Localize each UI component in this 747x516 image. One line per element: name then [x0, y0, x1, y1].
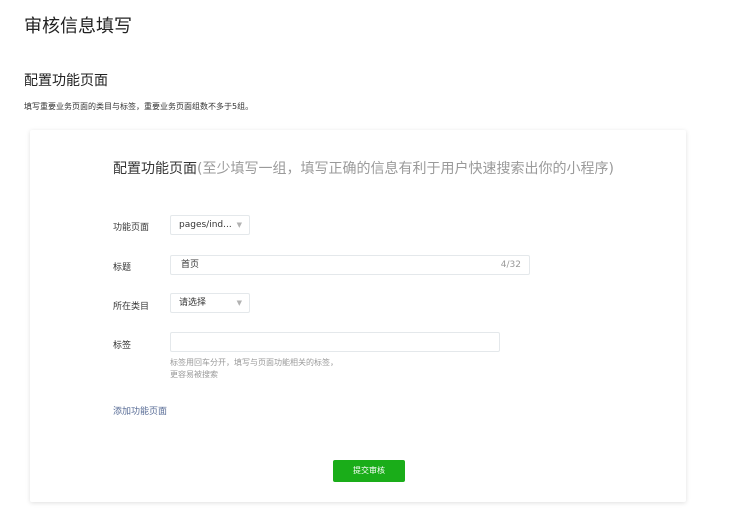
form-card: 配置功能页面(至少填写一组，填写正确的信息有利于用户快速搜索出你的小程序) 功能…	[30, 130, 686, 502]
form-heading: 配置功能页面(至少填写一组，填写正确的信息有利于用户快速搜索出你的小程序)	[113, 158, 614, 178]
tags-input-label: 标签	[113, 341, 132, 351]
section-description: 填写重要业务页面的类目与标签，重要业务页面组数不多于5组。	[24, 102, 254, 111]
page-select[interactable]: pages/ind... ▼	[170, 215, 250, 235]
tags-tip-line: 更容易被搜索	[170, 370, 218, 379]
category-select[interactable]: 请选择 ▼	[170, 293, 250, 313]
page-select-label: 功能页面	[113, 223, 150, 233]
title-input[interactable]: 首页 4/32	[170, 255, 530, 275]
title-input-value: 首页	[181, 260, 200, 270]
page-select-value: pages/ind...	[179, 220, 232, 230]
category-select-value: 请选择	[179, 298, 207, 308]
section-title: 配置功能页面	[24, 73, 108, 89]
title-input-label: 标题	[113, 263, 132, 273]
tags-input[interactable]	[170, 332, 500, 352]
title-char-counter: 4/32	[500, 260, 521, 270]
tags-tip: 标签用回车分开，填写与页面功能相关的标签， 更容易被搜索	[170, 357, 338, 381]
chevron-down-icon: ▼	[236, 299, 242, 307]
add-function-page-link[interactable]: 添加功能页面	[113, 404, 167, 417]
tags-tip-line: 标签用回车分开，填写与页面功能相关的标签，	[170, 358, 338, 367]
page-title: 审核信息填写	[24, 16, 132, 37]
form-heading-hint: (至少填写一组，填写正确的信息有利于用户快速搜索出你的小程序)	[197, 161, 614, 177]
submit-review-button[interactable]: 提交审核	[333, 460, 405, 482]
category-select-label: 所在类目	[113, 302, 150, 312]
form-heading-title: 配置功能页面	[113, 161, 197, 177]
chevron-down-icon: ▼	[236, 221, 242, 229]
